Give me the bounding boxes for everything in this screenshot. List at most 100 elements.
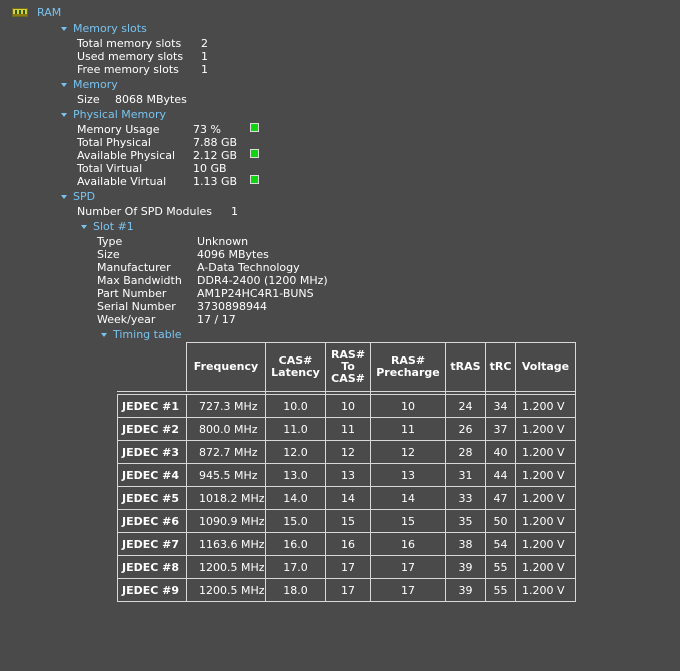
col-header-cas-latency-text: CAS# Latency <box>271 354 320 379</box>
timing-ras-precharge-cell: 17 <box>371 579 446 602</box>
memory-usage-label: Memory Usage <box>77 123 160 136</box>
available-physical-indicator-icon <box>250 149 259 158</box>
spd-part-number-label: Part Number <box>97 287 167 300</box>
timing-ras-to-cas-cell: 16 <box>326 533 371 556</box>
timing-table-row: JEDEC #9 1200.5 MHz 18.0 17 17 39 55 1.200 V <box>117 579 576 602</box>
spd-modules-value: 1 <box>231 205 238 218</box>
collapse-spd-icon[interactable] <box>61 195 67 199</box>
spd-max-bandwidth-label: Max Bandwidth <box>97 274 182 287</box>
timing-voltage-cell: 1.200 V <box>516 441 576 464</box>
timing-tras-cell: 38 <box>446 533 486 556</box>
timing-table-row: JEDEC #2 800.0 MHz 11.0 11 11 26 37 1.200 V <box>117 418 576 441</box>
timing-row-name: JEDEC #3 <box>117 441 187 464</box>
section-spd-header[interactable]: SPD <box>73 190 95 203</box>
timing-frequency-cell: 1163.6 MHz <box>187 533 266 556</box>
timing-ras-to-cas-cell: 10 <box>326 394 371 418</box>
spd-type-value: Unknown <box>197 235 249 248</box>
total-physical-label: Total Physical <box>77 136 151 149</box>
timing-ras-to-cas-cell: 15 <box>326 510 371 533</box>
col-header-ras-to-cas-text: RAS# To CAS# <box>330 348 366 385</box>
available-physical-value: 2.12 GB <box>193 149 238 162</box>
timing-ras-to-cas-cell: 17 <box>326 556 371 579</box>
timing-frequency-cell: 1018.2 MHz <box>187 487 266 510</box>
memory-usage-indicator-icon <box>250 123 259 132</box>
timing-voltage-cell: 1.200 V <box>516 510 576 533</box>
timing-voltage-cell: 1.200 V <box>516 533 576 556</box>
memory-size-value: 8068 MBytes <box>115 93 187 106</box>
available-virtual-label: Available Virtual <box>77 175 167 188</box>
timing-cas-cell: 16.0 <box>266 533 326 556</box>
collapse-physical-memory-icon[interactable] <box>61 113 67 117</box>
col-header-ras-to-cas: RAS# To CAS# <box>326 342 371 392</box>
spd-modules-label: Number Of SPD Modules <box>77 205 213 218</box>
timing-corner-cell <box>117 342 187 392</box>
timing-tras-cell: 35 <box>446 510 486 533</box>
free-memory-slots-value: 1 <box>201 63 208 76</box>
memory-usage-value: 73 % <box>193 123 221 136</box>
total-virtual-label: Total Virtual <box>77 162 143 175</box>
timing-row-name: JEDEC #8 <box>117 556 187 579</box>
collapse-memory-slots-icon[interactable] <box>61 27 67 31</box>
slot-1-header[interactable]: Slot #1 <box>93 220 134 233</box>
timing-tras-cell: 31 <box>446 464 486 487</box>
timing-tras-cell: 39 <box>446 579 486 602</box>
timing-row-name: JEDEC #1 <box>117 394 187 418</box>
section-memory-slots-header[interactable]: Memory slots <box>73 22 147 35</box>
timing-trc-cell: 55 <box>486 556 516 579</box>
col-header-trc: tRC <box>486 342 516 392</box>
timing-ras-precharge-cell: 15 <box>371 510 446 533</box>
collapse-slot-1-icon[interactable] <box>81 225 87 229</box>
col-header-tras: tRAS <box>446 342 486 392</box>
timing-row-name: JEDEC #5 <box>117 487 187 510</box>
timing-trc-cell: 40 <box>486 441 516 464</box>
timing-trc-cell: 37 <box>486 418 516 441</box>
timing-ras-to-cas-cell: 11 <box>326 418 371 441</box>
timing-cas-cell: 15.0 <box>266 510 326 533</box>
timing-frequency-cell: 1090.9 MHz <box>187 510 266 533</box>
timing-cas-cell: 14.0 <box>266 487 326 510</box>
timing-voltage-cell: 1.200 V <box>516 418 576 441</box>
col-header-frequency: Frequency <box>187 342 266 392</box>
section-physical-memory-header[interactable]: Physical Memory <box>73 108 166 121</box>
spd-serial-number-label: Serial Number <box>97 300 176 313</box>
timing-frequency-cell: 1200.5 MHz <box>187 579 266 602</box>
timing-ras-to-cas-cell: 17 <box>326 579 371 602</box>
total-memory-slots-label: Total memory slots <box>77 37 182 50</box>
ram-chip-icon <box>12 8 28 17</box>
spd-manufacturer-value: A-Data Technology <box>197 261 300 274</box>
timing-table-header[interactable]: Timing table <box>113 328 182 341</box>
total-memory-slots-value: 2 <box>201 37 208 50</box>
timing-table-row: JEDEC #7 1163.6 MHz 16.0 16 16 38 54 1.200 V <box>117 533 576 556</box>
timing-ras-precharge-cell: 10 <box>371 394 446 418</box>
total-physical-value: 7.88 GB <box>193 136 238 149</box>
total-virtual-value: 10 GB <box>193 162 227 175</box>
available-virtual-indicator-icon <box>250 175 259 184</box>
timing-table-row: JEDEC #1 727.3 MHz 10.0 10 10 24 34 1.200 V <box>117 394 576 418</box>
section-memory-header[interactable]: Memory <box>73 78 118 91</box>
timing-voltage-cell: 1.200 V <box>516 487 576 510</box>
spd-size-label: Size <box>97 248 120 261</box>
timing-frequency-cell: 872.7 MHz <box>187 441 266 464</box>
timing-ras-to-cas-cell: 12 <box>326 441 371 464</box>
timing-tras-cell: 33 <box>446 487 486 510</box>
timing-table-row: JEDEC #4 945.5 MHz 13.0 13 13 31 44 1.200 V <box>117 464 576 487</box>
timing-ras-to-cas-cell: 13 <box>326 464 371 487</box>
collapse-timing-table-icon[interactable] <box>101 333 107 337</box>
timing-trc-cell: 34 <box>486 394 516 418</box>
spd-week-year-value: 17 / 17 <box>197 313 236 326</box>
spd-serial-number-value: 3730898944 <box>197 300 267 313</box>
timing-tras-cell: 24 <box>446 394 486 418</box>
timing-voltage-cell: 1.200 V <box>516 556 576 579</box>
timing-row-name: JEDEC #9 <box>117 579 187 602</box>
available-physical-label: Available Physical <box>77 149 176 162</box>
timing-voltage-cell: 1.200 V <box>516 579 576 602</box>
timing-row-name: JEDEC #2 <box>117 418 187 441</box>
col-header-cas-latency: CAS# Latency <box>266 342 326 392</box>
timing-trc-cell: 55 <box>486 579 516 602</box>
timing-frequency-cell: 945.5 MHz <box>187 464 266 487</box>
tree-root-ram[interactable]: RAM <box>37 6 61 19</box>
timing-ras-precharge-cell: 13 <box>371 464 446 487</box>
timing-tras-cell: 26 <box>446 418 486 441</box>
collapse-memory-icon[interactable] <box>61 83 67 87</box>
timing-table: Frequency CAS# Latency RAS# To CAS# RAS#… <box>117 342 576 602</box>
